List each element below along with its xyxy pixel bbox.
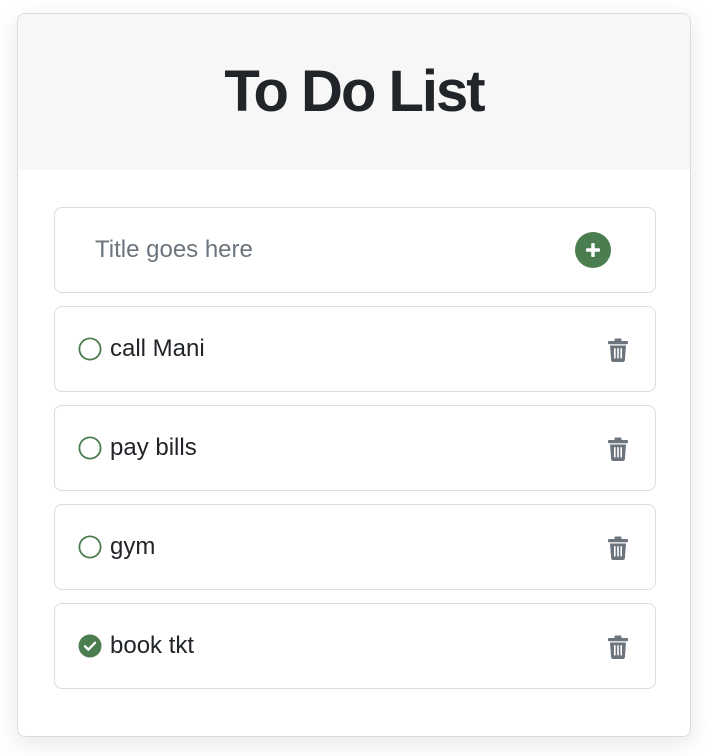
circle-icon[interactable]: [78, 337, 102, 361]
task-row: call Mani: [54, 306, 656, 392]
trash-icon[interactable]: [606, 337, 630, 363]
circle-icon[interactable]: [78, 535, 102, 559]
trash-icon[interactable]: [606, 436, 630, 462]
page-title: To Do List: [224, 59, 485, 124]
card-header: To Do List: [18, 14, 690, 170]
task-row: pay bills: [54, 405, 656, 491]
todo-card: To Do List call Mani pay bills gym book tkt: [17, 13, 691, 737]
title-input[interactable]: [95, 208, 565, 292]
trash-icon[interactable]: [606, 634, 630, 660]
trash-icon[interactable]: [606, 535, 630, 561]
task-label: book tkt: [110, 632, 195, 659]
add-task-button[interactable]: [575, 232, 611, 268]
task-row: book tkt: [54, 603, 656, 689]
task-label: call Mani: [110, 335, 205, 362]
plus-icon: [586, 243, 600, 257]
circle-icon[interactable]: [78, 436, 102, 460]
task-label: pay bills: [110, 434, 197, 461]
task-row: gym: [54, 504, 656, 590]
new-task-row: [54, 207, 656, 293]
check-circle-icon[interactable]: [78, 634, 102, 658]
task-label: gym: [110, 533, 156, 560]
